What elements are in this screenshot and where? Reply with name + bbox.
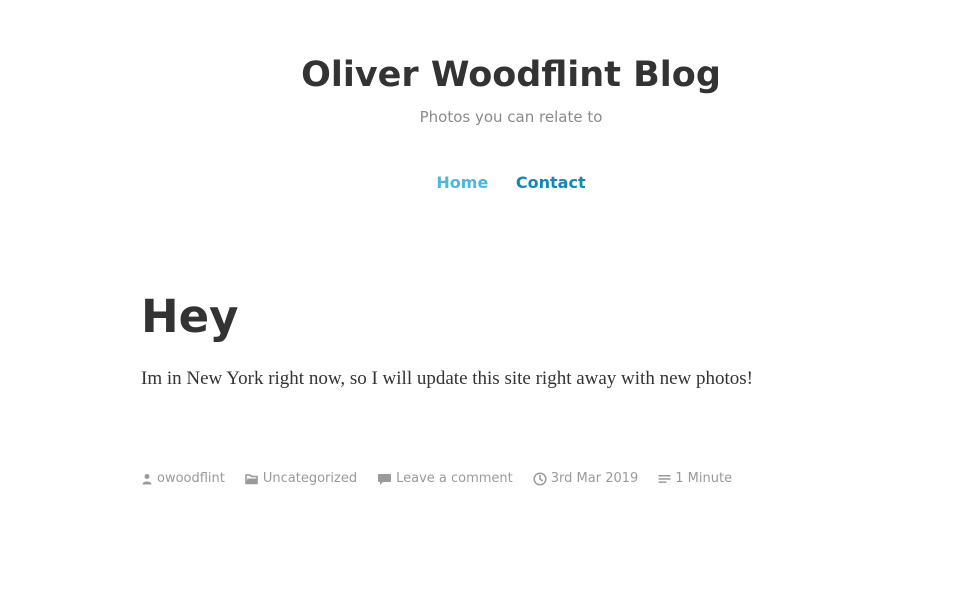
person-icon [141,473,153,485]
post-meta: owoodflint Uncategorized Leave a comment [141,469,752,489]
meta-author: owoodflint [141,469,225,489]
nav-item-contact[interactable]: Contact [516,172,586,194]
list-icon [658,473,671,485]
post-body: Im in New York right now, so I will upda… [141,368,753,389]
folder-icon [245,473,259,485]
site-tagline: Photos you can relate to [419,108,603,126]
meta-category: Uncategorized [245,469,357,489]
meta-reading-time: 1 Minute [658,469,732,489]
nav-item-home[interactable]: Home [436,172,488,194]
clock-icon [533,472,547,486]
meta-comments: Leave a comment [377,469,513,489]
category-link[interactable]: Uncategorized [263,469,357,489]
author-link[interactable]: owoodflint [157,469,225,489]
speech-bubble-icon [377,473,392,486]
meta-date: 3rd Mar 2019 [533,469,639,489]
main-nav: Home Contact [0,172,970,194]
site-title[interactable]: Oliver Woodflint Blog [0,53,970,97]
reading-time-label: 1 Minute [675,471,733,486]
date-link[interactable]: 3rd Mar 2019 [551,469,639,489]
comment-link[interactable]: Leave a comment [396,469,513,489]
post-title[interactable]: Hey [141,288,239,346]
